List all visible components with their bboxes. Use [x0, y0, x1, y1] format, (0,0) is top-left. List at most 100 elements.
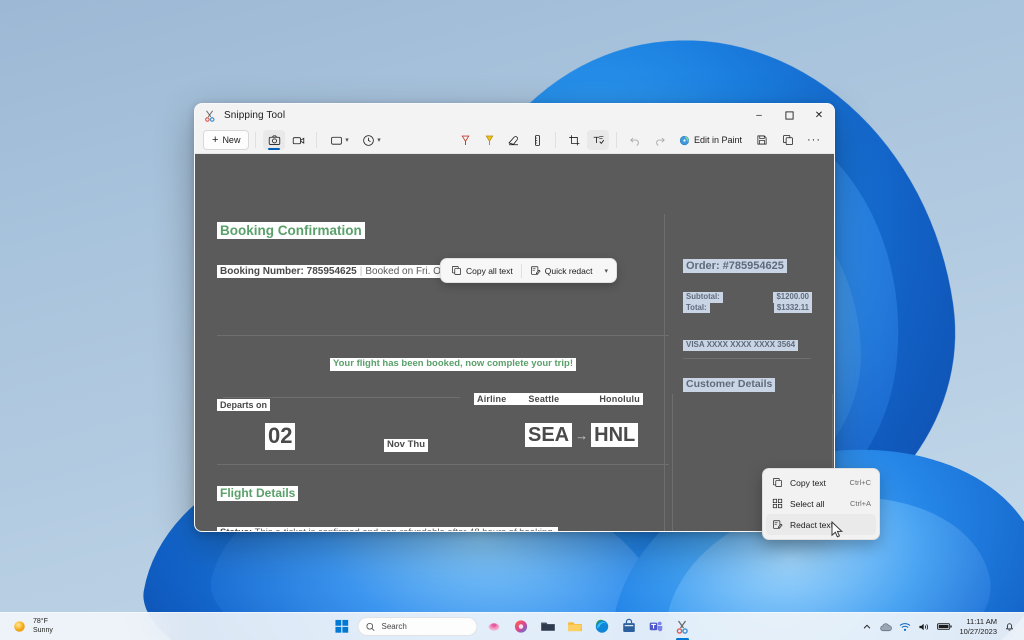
ruler-button[interactable] — [526, 130, 548, 150]
edit-in-paint-button[interactable]: Edit in Paint — [673, 130, 748, 150]
snip-shape-dropdown[interactable]: ▾ — [324, 130, 354, 150]
crop-icon — [568, 134, 581, 147]
status-label: Status: — [220, 527, 252, 531]
onedrive-icon[interactable] — [879, 622, 892, 632]
quick-redact-label: Quick redact — [545, 266, 593, 276]
close-button[interactable]: ✕ — [804, 104, 834, 127]
confirmation-message: Your flight has been booked, now complet… — [330, 353, 576, 371]
microsoft-store-taskbar-icon[interactable] — [618, 616, 640, 638]
record-mode-button[interactable] — [287, 130, 309, 150]
text-actions-icon — [592, 134, 605, 147]
new-snip-label: New — [222, 135, 240, 145]
battery-icon[interactable] — [937, 622, 952, 631]
start-button[interactable] — [331, 616, 353, 638]
text-actions-button[interactable] — [587, 130, 609, 150]
microsoft-store-icon — [620, 618, 637, 635]
more-options-button[interactable]: ··· — [803, 130, 825, 150]
float-bar-divider — [521, 264, 522, 278]
copy-icon — [782, 134, 794, 146]
clock[interactable]: 11:11 AM 10/27/2023 — [959, 617, 997, 636]
minimize-button[interactable]: – — [744, 104, 774, 127]
bell-icon[interactable] — [1004, 621, 1015, 632]
sun-icon — [12, 619, 27, 634]
snip-canvas[interactable]: Booking Confirmation Booking Number: 785… — [195, 154, 834, 531]
total-label: Total: — [683, 303, 710, 314]
receipt-title-text: Booking Confirmation — [217, 222, 365, 239]
airport-codes: SEA → HNL — [525, 423, 638, 447]
departure-month-dow-text: Nov Thu — [384, 439, 428, 452]
edge-taskbar-icon[interactable] — [591, 616, 613, 638]
receipt-title: Booking Confirmation — [217, 222, 365, 240]
customer-details-title: Customer Details — [683, 374, 775, 392]
payment-card: VISA XXXX XXXX XXXX 3564 — [683, 334, 798, 352]
network-icon[interactable] — [899, 622, 911, 632]
taskbar: 78°F Sunny Search — [0, 612, 1024, 640]
file-explorer-taskbar-icon[interactable] — [564, 616, 586, 638]
quick-redact-button[interactable]: Quick redact — [524, 261, 599, 280]
route-origin-label: Seattle — [528, 394, 559, 404]
delay-timer-dropdown[interactable]: ▾ — [356, 130, 386, 150]
total-value: $1332.11 — [774, 303, 812, 314]
toolbar-divider — [616, 132, 617, 148]
redo-icon — [653, 134, 666, 147]
teams-taskbar-icon[interactable] — [645, 616, 667, 638]
total-row: Total: $1332.11 — [683, 303, 812, 314]
crop-button[interactable] — [563, 130, 585, 150]
maximize-button[interactable] — [774, 104, 804, 127]
weather-widget[interactable]: 78°F Sunny — [0, 618, 53, 635]
paint-icon — [679, 135, 690, 146]
new-snip-button[interactable]: + New — [203, 130, 249, 150]
search-placeholder: Search — [382, 622, 407, 631]
eraser-button[interactable] — [502, 130, 524, 150]
snipping-tool-taskbar-icon[interactable] — [672, 616, 694, 638]
camera-icon — [268, 134, 281, 147]
order-totals: Subtotal: $1200.00 Total: $1332.11 — [683, 292, 812, 313]
redact-icon — [530, 265, 541, 276]
column-divider — [664, 214, 665, 531]
flight-details-title-text: Flight Details — [217, 486, 298, 501]
snapshot-mode-button[interactable] — [263, 130, 285, 150]
copy-all-text-label: Copy all text — [466, 266, 513, 276]
system-tray: 11:11 AM 10/27/2023 — [862, 617, 1024, 636]
context-menu-label: Select all — [790, 499, 825, 509]
undo-button[interactable] — [624, 130, 646, 150]
redact-icon — [771, 519, 784, 530]
widgets-taskbar-icon[interactable] — [510, 616, 532, 638]
teams-icon — [647, 618, 664, 635]
copy-all-text-button[interactable]: Copy all text — [445, 261, 519, 280]
status-text: This e-ticket is confirmed and non-refun… — [255, 527, 555, 531]
text-actions-floating-bar: Copy all text Quick redact ▾ — [440, 258, 617, 283]
arrow-right-icon: → — [572, 428, 591, 443]
quick-redact-dropdown[interactable]: ▾ — [599, 261, 613, 280]
title-bar[interactable]: Snipping Tool – ✕ — [195, 104, 834, 127]
origin-airport-code: SEA — [525, 423, 572, 447]
departure-day: 02 — [265, 423, 295, 450]
redo-button[interactable] — [648, 130, 670, 150]
save-button[interactable] — [751, 130, 773, 150]
file-explorer-dark-icon[interactable] — [537, 616, 559, 638]
widgets-icon — [512, 618, 529, 635]
status-row: Status: This e-ticket is confirmed and n… — [217, 522, 558, 531]
context-menu-item-copy-text[interactable]: Copy text Ctrl+C — [766, 472, 876, 493]
ballpoint-pen-button[interactable] — [454, 130, 476, 150]
volume-icon[interactable] — [918, 622, 930, 632]
ruler-icon — [531, 134, 544, 147]
windows-start-icon — [334, 619, 349, 634]
show-hidden-icons-icon[interactable] — [862, 622, 872, 632]
context-menu-item-select-all[interactable]: Select all Ctrl+A — [766, 493, 876, 514]
edit-in-paint-label: Edit in Paint — [694, 135, 742, 145]
search-input[interactable]: Search — [358, 617, 478, 636]
sidebar-divider — [683, 358, 811, 359]
departure-month-dow: Nov Thu — [384, 434, 428, 452]
rectangle-icon — [330, 134, 343, 147]
confirmation-message-text: Your flight has been booked, now complet… — [330, 358, 576, 371]
save-icon — [756, 134, 768, 146]
plus-icon: + — [212, 135, 218, 146]
mouse-cursor — [831, 521, 844, 544]
payment-card-text: VISA XXXX XXXX XXXX 3564 — [683, 340, 798, 351]
copy-button[interactable] — [777, 130, 799, 150]
copilot-taskbar-icon[interactable] — [483, 616, 505, 638]
window-controls: – ✕ — [744, 104, 834, 127]
highlighter-button[interactable] — [478, 130, 500, 150]
context-menu-item-redact-text[interactable]: Redact text — [766, 514, 876, 535]
